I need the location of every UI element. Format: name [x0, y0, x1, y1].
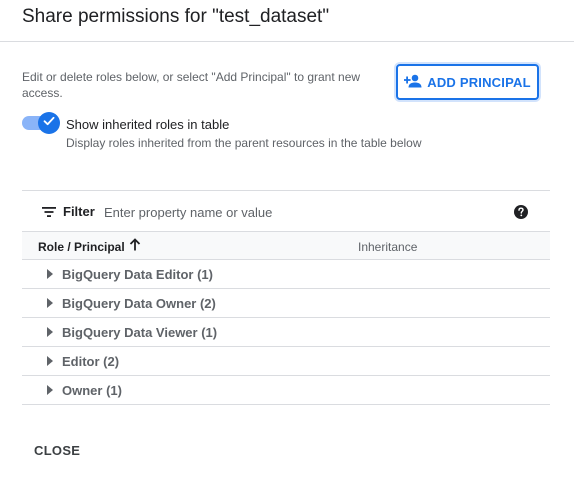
add-principal-label: ADD PRINCIPAL [427, 74, 531, 90]
role-row-editor[interactable]: Editor (2) [22, 347, 550, 376]
add-principal-button[interactable]: ADD PRINCIPAL [396, 64, 539, 100]
role-row-bigquery-data-viewer[interactable]: BigQuery Data Viewer (1) [22, 318, 550, 347]
dialog-description: Edit or delete roles below, or select "A… [22, 70, 361, 100]
caret-right-icon[interactable] [47, 385, 53, 395]
dialog-title: Share permissions for "test_dataset" [22, 6, 330, 27]
role-row-label: BigQuery Data Editor (1) [62, 267, 213, 282]
filter-input[interactable] [104, 200, 484, 224]
role-row-label: BigQuery Data Viewer (1) [62, 325, 218, 340]
person-add-icon [403, 74, 422, 91]
role-row-bigquery-data-owner[interactable]: BigQuery Data Owner (2) [22, 289, 550, 318]
role-row-label: BigQuery Data Owner (2) [62, 296, 216, 311]
role-row-label: Owner (1) [62, 383, 122, 398]
arrow-upward-icon[interactable] [128, 238, 142, 257]
role-row-owner[interactable]: Owner (1) [22, 376, 550, 405]
show-inherited-toggle[interactable] [22, 112, 60, 134]
toggle-sublabel: Display roles inherited from the parent … [66, 136, 422, 150]
column-header-role-principal[interactable]: Role / Principal [38, 240, 125, 254]
role-list: BigQuery Data Editor (1) BigQuery Data O… [22, 260, 550, 405]
close-button-label: CLOSE [34, 442, 81, 458]
caret-right-icon[interactable] [47, 298, 53, 308]
filter-label: Filter [63, 204, 95, 219]
caret-right-icon[interactable] [47, 356, 53, 366]
filter-bar: Filter [22, 190, 550, 233]
table-header: Role / Principal Inheritance [22, 231, 550, 260]
close-button[interactable]: CLOSE [22, 438, 92, 462]
toggle-label: Show inherited roles in table [66, 117, 230, 132]
share-permissions-dialog: Share permissions for "test_dataset" Edi… [0, 0, 574, 486]
caret-right-icon[interactable] [47, 327, 53, 337]
role-row-bigquery-data-editor[interactable]: BigQuery Data Editor (1) [22, 260, 550, 289]
check-icon [42, 114, 56, 133]
filter-list-icon [42, 205, 56, 223]
caret-right-icon[interactable] [47, 269, 53, 279]
help-icon[interactable] [513, 204, 529, 220]
column-header-inheritance: Inheritance [358, 240, 418, 254]
role-row-label: Editor (2) [62, 354, 120, 369]
toggle-knob [38, 112, 60, 134]
title-divider [0, 41, 574, 42]
